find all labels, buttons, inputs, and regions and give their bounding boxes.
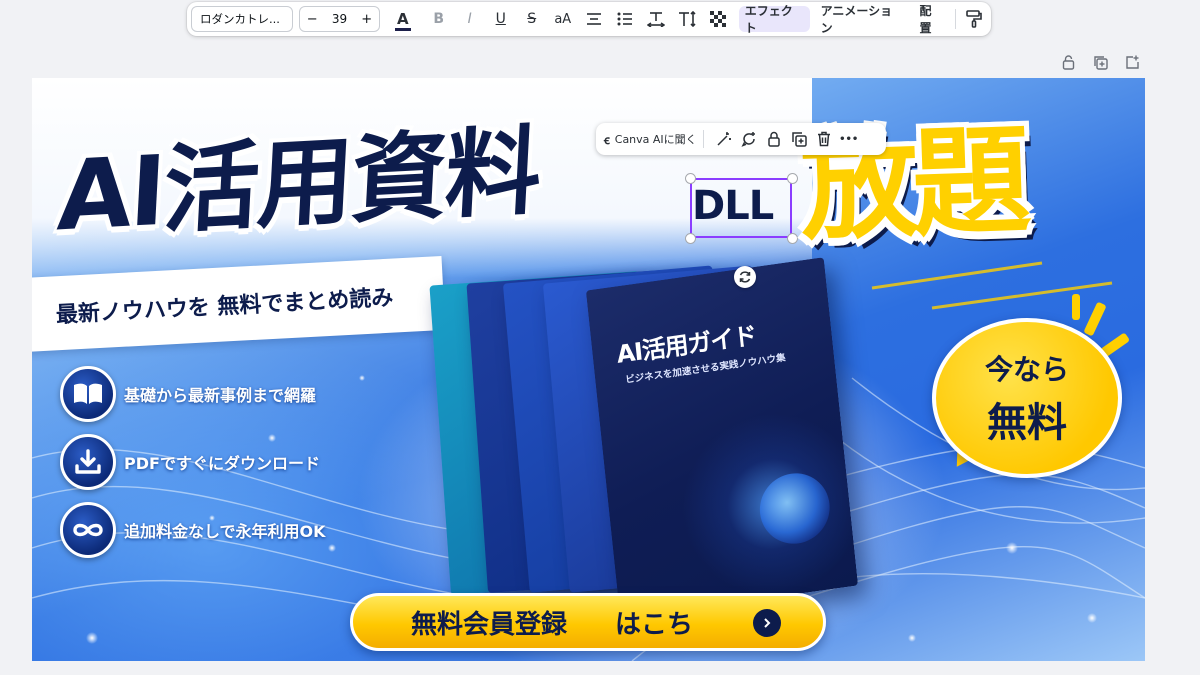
lock-icon [1062, 54, 1074, 70]
ask-canva-ai-button[interactable]: ꞓ Canva AIに聞く [604, 131, 697, 148]
feature-item[interactable]: 基礎から最新事例まで網羅 [60, 366, 316, 422]
font-size-control: − 39 + [299, 6, 380, 32]
cta-sub-text: はこち [615, 609, 694, 640]
letter-case-button[interactable]: aA [550, 6, 576, 32]
text-color-icon: A [394, 10, 411, 31]
strikethrough-button[interactable]: S [519, 6, 545, 32]
infinity-icon [73, 523, 103, 537]
transparency-button[interactable] [705, 6, 731, 32]
text-color-button[interactable]: A [390, 6, 416, 32]
align-center-icon [586, 13, 601, 25]
font-size-decrease-button[interactable]: − [304, 12, 320, 27]
text-color-glyph: A [396, 10, 409, 28]
ask-ai-label: Canva AIに聞く [614, 133, 697, 146]
feature-item[interactable]: 追加料金なしで永年利用OK [60, 502, 326, 558]
resize-handle-top-left[interactable] [685, 173, 696, 184]
add-page-icon [1125, 55, 1139, 69]
chevron-right-icon [753, 609, 781, 637]
add-page-button[interactable] [1124, 54, 1140, 70]
font-size-input[interactable]: 39 [332, 12, 347, 26]
delete-element-button[interactable] [813, 128, 835, 150]
book-front-cover[interactable]: AI活用ガイド ビジネスを加速させる実践ノウハウ集 [585, 257, 859, 619]
text-toolbar: ロダンカトレ... − 39 + A B I U S aA エフェクト アニメー… [187, 2, 991, 36]
list-button[interactable] [612, 6, 638, 32]
feature-icon-badge [60, 434, 116, 490]
lock-page-button[interactable] [1060, 54, 1076, 70]
replace-image-button[interactable] [734, 266, 756, 288]
duplicate-icon [1093, 55, 1108, 70]
italic-button[interactable]: I [457, 6, 483, 32]
subtitle-text: 最新ノウハウを 無料でまとめ読み [55, 285, 394, 329]
free-now-bubble[interactable]: 今なら 無料 [932, 318, 1122, 478]
copy-style-button[interactable] [961, 6, 987, 32]
effects-button[interactable]: エフェクト [738, 4, 810, 35]
feature-icon-badge [60, 366, 116, 422]
duplicate-page-button[interactable] [1092, 54, 1108, 70]
transparency-icon [709, 11, 726, 27]
paint-roller-icon [966, 10, 982, 28]
position-button[interactable]: 配置 [913, 4, 949, 35]
letter-spacing-button[interactable] [643, 6, 669, 32]
design-canvas[interactable]: AI活用資料 DLL 放題 最新ノウハウを 無料でまとめ読み 基礎から最新事例ま… [32, 78, 1145, 661]
houdai-text[interactable]: 放題 [797, 84, 1027, 263]
magic-edit-button[interactable] [713, 128, 735, 150]
element-toolbar: ꞓ Canva AIに聞く ••• [596, 123, 886, 155]
list-icon [617, 12, 632, 26]
feature-item[interactable]: PDFですぐにダウンロード [60, 434, 320, 490]
lock-element-button[interactable] [763, 128, 785, 150]
comment-button[interactable] [738, 128, 760, 150]
underline-button[interactable]: U [488, 6, 514, 32]
animation-button[interactable]: アニメーション [815, 4, 909, 35]
text-color-swatch [394, 28, 411, 31]
duplicate-icon [791, 132, 807, 147]
toolbar-divider [955, 9, 957, 29]
refresh-icon [739, 271, 751, 283]
font-family-select[interactable]: ロダンカトレ... [191, 6, 294, 32]
vertical-text-button[interactable] [674, 6, 700, 32]
feature-label: 基礎から最新事例まで網羅 [124, 386, 317, 405]
bubble-line-1: 今なら [984, 353, 1069, 386]
comment-add-icon [741, 132, 755, 147]
selection-box [690, 178, 792, 238]
lock-icon [767, 131, 780, 147]
align-button[interactable] [581, 6, 607, 32]
spark-decoration [1072, 294, 1080, 320]
canva-ai-icon: ꞓ [604, 132, 610, 147]
letter-spacing-icon [646, 12, 665, 27]
download-icon [75, 449, 101, 474]
book-orb-graphic [756, 468, 834, 549]
vertical-text-icon [678, 11, 696, 27]
bold-button[interactable]: B [426, 6, 452, 32]
book-icon [74, 383, 102, 404]
element-toolbar-divider [702, 130, 704, 148]
feature-icon-badge [60, 502, 116, 558]
headline-text[interactable]: AI活用資料 [55, 93, 544, 258]
cta-main-text: 無料会員登録 [411, 609, 568, 640]
feature-label: PDFですぐにダウンロード [124, 454, 320, 473]
resize-handle-bottom-right[interactable] [787, 233, 798, 244]
bubble-line-2: 無料 [987, 400, 1067, 446]
signup-cta-button[interactable]: 無料会員登録 はこち [350, 593, 826, 651]
magic-wand-icon [717, 132, 731, 146]
font-size-increase-button[interactable]: + [359, 12, 375, 27]
resize-handle-top-right[interactable] [787, 173, 798, 184]
feature-label: 追加料金なしで永年利用OK [124, 522, 326, 541]
trash-icon [817, 131, 830, 147]
more-options-button[interactable]: ••• [838, 128, 860, 150]
resize-handle-bottom-left[interactable] [685, 233, 696, 244]
page-tools [1060, 54, 1140, 70]
duplicate-element-button[interactable] [788, 128, 810, 150]
